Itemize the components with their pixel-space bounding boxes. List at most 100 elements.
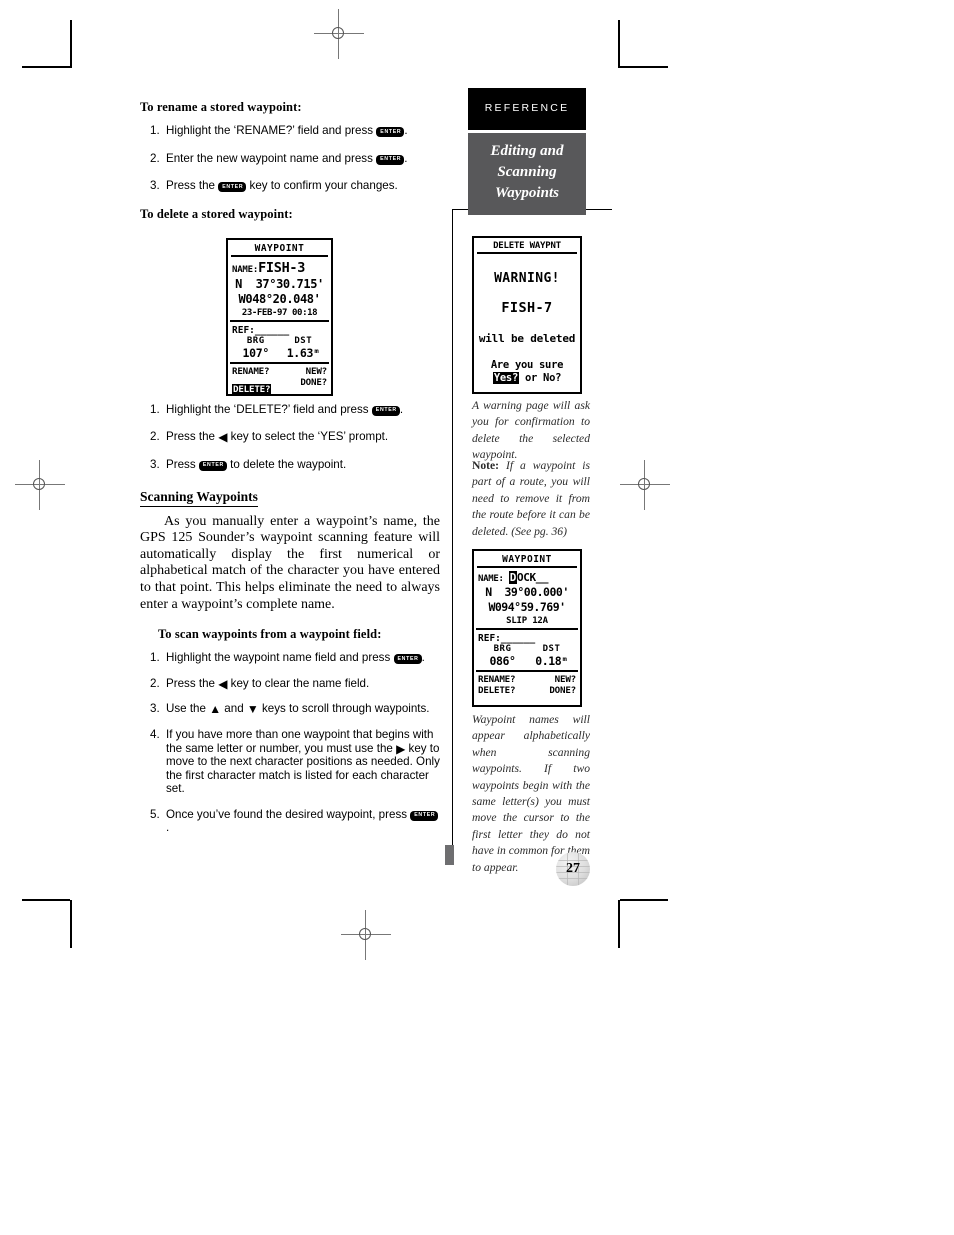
dst-label: DST [294,336,313,346]
registration-mark-bottom [341,910,391,960]
crop-mark-bottom-right-v [618,900,620,948]
scan-steps-list: 1. Highlight the waypoint name field and … [140,651,440,835]
crop-mark-bottom-left-h [22,899,70,901]
crop-mark-top-right-h [620,66,668,68]
scan-waypoints-heading: To scan waypoints from a waypoint field: [158,627,382,642]
name-value-rest: OCK__ [517,571,549,584]
step-number: 1. [150,124,160,137]
step-number: 3. [150,702,160,716]
step-text: Highlight the ‘RENAME?’ field and press [166,124,377,137]
step-text: Use the [166,702,210,716]
brg-value: 107° [242,346,270,360]
brg-dst-header: BRG DST [228,336,331,346]
main-content-column: To rename a stored waypoint: 1. Highlight… [140,100,440,847]
divider [476,670,578,672]
list-item: 4. If you have more than one waypoint tha… [140,728,440,796]
done-option[interactable]: DONE? [280,377,327,396]
longitude-row: W048°20.048' [238,292,321,306]
ref-value: ______ [500,633,536,644]
warning-prompt: Yes? or No? [474,372,580,384]
name-cursor-char[interactable]: D [508,571,518,584]
brg-dst-values: 107° 1.63ᵐ [228,346,331,360]
delete-steps-list: 1. Highlight the ‘DELETE?’ field and pres… [140,403,440,472]
step-text-tail: keys to scroll through waypoints. [258,702,430,716]
crop-mark-top-right-v [618,20,620,68]
warning-waypoint-name: FISH-7 [501,300,553,316]
crop-mark-bottom-left-v [70,900,72,948]
step-number: 3. [150,179,160,193]
brg-dst-values: 086° 0.18ᵐ [474,654,580,668]
margin-marker [445,845,454,865]
crop-mark-top-left-v [70,20,72,68]
manual-page: REFERENCE Editing and Scanning Waypoints… [0,0,954,1235]
enter-key-icon: ENTER [198,460,227,471]
list-item: 3. Use the ▲ and ▼ keys to scroll through… [140,702,440,716]
name-label: NAME: [232,265,259,275]
list-item: 2. Press the ◀ key to clear the name fiel… [140,677,440,691]
chapter-title-line-2: Scanning [497,164,557,180]
list-item: 2. Enter the new waypoint name and press … [140,152,440,166]
chapter-title-line-3: Waypoints [495,185,559,201]
warning-text: WARNING! [494,271,560,286]
scanning-section: Scanning Waypoints As you manually enter… [140,488,440,614]
page-number: 27 [566,861,580,876]
warning-line-4: Are you sure [490,359,564,371]
latitude-row: N 37°30.715' [235,277,324,291]
arrow-down-icon: ▼ [246,702,259,717]
step-number: 3. [150,457,160,471]
list-item: 1. Highlight the ‘DELETE?’ field and pres… [140,403,440,417]
ref-row: REF:______ [228,325,331,336]
step-text: Highlight the ‘DELETE?’ field and press [166,402,372,416]
enter-key-icon: ENTER [393,654,422,665]
new-option[interactable]: NEW? [280,366,328,377]
crop-mark-top-left-h [22,66,70,68]
arrow-right-icon: ▶ [396,741,406,756]
dst-value: 0.18ᵐ [535,654,568,668]
step-number: 2. [150,676,160,690]
reference-label: REFERENCE [484,102,570,114]
delete-option[interactable]: DELETE? [478,685,527,696]
caption-note: Note: If a waypoint is part of a route, … [472,458,590,540]
step-number: 2. [150,430,160,444]
list-item: 1. Highlight the ‘RENAME?’ field and pres… [140,124,440,138]
options-row-2: DELETE? DONE? [228,377,331,396]
step-text-tail: . [166,821,170,835]
name-row: NAME: DOCK__ [474,571,580,584]
longitude-row: W094°59.769' [488,600,566,614]
step-text: Press [166,457,199,471]
ref-value: ______ [254,325,290,336]
ref-label: REF: [232,325,255,336]
arrow-up-icon: ▲ [209,702,222,717]
name-label: NAME: [478,574,504,584]
registration-mark-left [15,460,65,510]
crop-mark-bottom-right-h [620,899,668,901]
step-number: 2. [150,151,160,165]
chapter-title-block: Editing and Scanning Waypoints [468,133,586,215]
reference-header-bar: REFERENCE [468,88,586,130]
list-item: 5. Once you’ve found the desired waypoint… [140,808,440,835]
divider [230,362,329,364]
delete-option[interactable]: DELETE? [232,384,272,395]
rename-option[interactable]: RENAME? [232,366,280,377]
name-value: FISH-3 [258,260,306,276]
comment-row: SLIP 12A [506,616,548,626]
page-number-badge: 27 [556,852,590,886]
yes-option[interactable]: Yes? [492,372,519,384]
list-item: 2. Press the ◀ key to select the ‘YES’ pr… [140,430,440,444]
waypoint-dock-screen: WAYPOINT NAME: DOCK__ N 39°00.000' W094°… [472,549,582,707]
new-option[interactable]: NEW? [527,674,577,685]
no-option[interactable]: or No? [519,372,561,384]
done-option[interactable]: DONE? [527,685,576,696]
step-text-mid: and [221,702,247,716]
enter-key-icon: ENTER [371,405,400,416]
list-item: 3. Press the ENTER key to confirm your ch… [140,179,440,193]
section-body-span: As you manually enter a waypoint’s name,… [140,513,440,612]
rename-option[interactable]: RENAME? [478,674,527,685]
caption-warning: A warning page will ask you for confirma… [472,399,590,462]
datetime-row: 23-FEB-97 00:18 [241,308,318,318]
step-text: Once you’ve found the desired waypoint, … [166,807,411,821]
divider [230,320,329,322]
step-text-tail: . [421,651,425,665]
delete-waypoint-heading: To delete a stored waypoint: [140,206,293,221]
note-label: Note: [472,459,500,472]
